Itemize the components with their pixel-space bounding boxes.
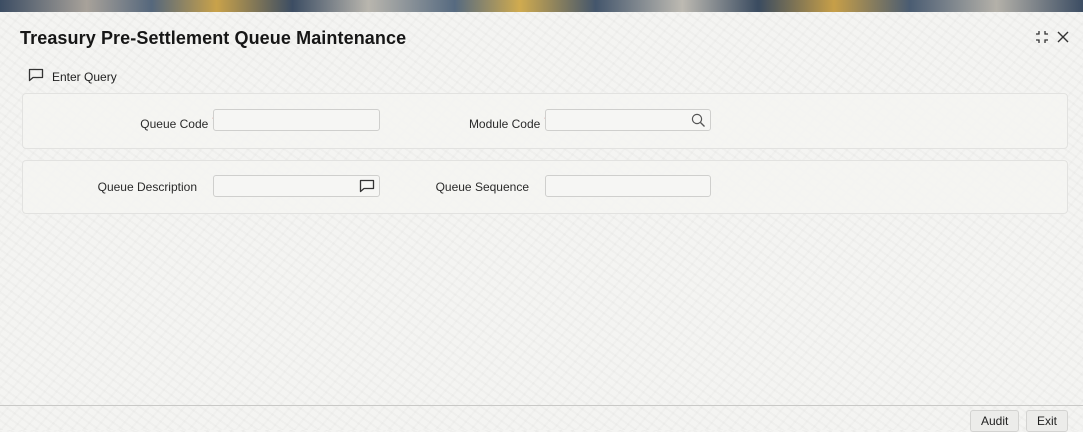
- audit-button[interactable]: Audit: [970, 410, 1020, 432]
- header-banner: [0, 0, 1083, 12]
- module-code-input[interactable]: [545, 109, 711, 131]
- close-icon[interactable]: [1057, 31, 1069, 47]
- search-icon[interactable]: [689, 111, 707, 129]
- queue-code-label: Queue Code*: [140, 114, 217, 131]
- queue-description-label: Queue Description: [97, 180, 197, 194]
- queue-code-input[interactable]: [213, 109, 380, 131]
- page-title: Treasury Pre-Settlement Queue Maintenanc…: [20, 28, 407, 48]
- queue-key-panel: Queue Code* Module Code*: [22, 93, 1068, 149]
- enter-query-button[interactable]: Enter Query: [28, 68, 117, 85]
- speech-bubble-icon[interactable]: [358, 177, 376, 195]
- queue-details-panel: Queue Description Queue Sequence: [22, 160, 1068, 214]
- footer-divider: [0, 405, 1083, 406]
- queue-sequence-input[interactable]: [545, 175, 711, 197]
- module-code-label: Module Code*: [469, 114, 549, 131]
- enter-query-label: Enter Query: [52, 69, 117, 84]
- speech-bubble-icon: [28, 68, 44, 85]
- expand-arrows-icon[interactable]: [1035, 30, 1049, 48]
- queue-description-input[interactable]: [213, 175, 380, 197]
- window-controls: [1035, 30, 1069, 48]
- queue-sequence-label: Queue Sequence: [435, 180, 529, 194]
- exit-button[interactable]: Exit: [1026, 410, 1069, 432]
